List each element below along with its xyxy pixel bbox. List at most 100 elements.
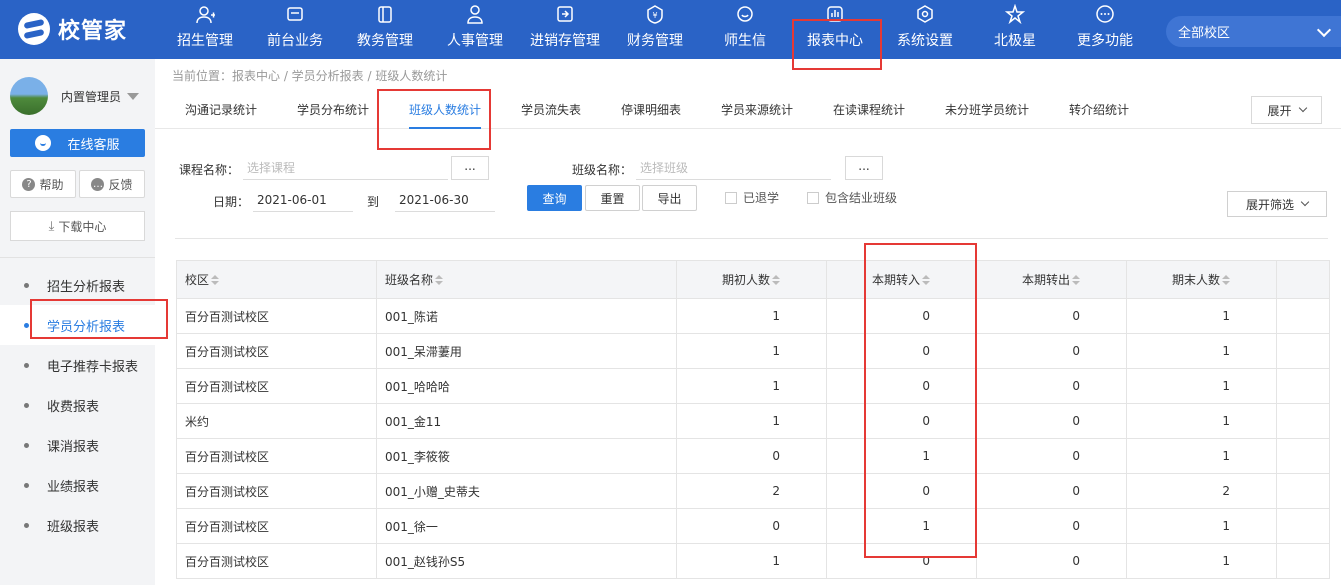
help-button[interactable]: ? 帮助: [10, 170, 76, 198]
include-graduated-checkbox[interactable]: 包含结业班级: [807, 189, 897, 206]
nav-item-star[interactable]: 北极星: [970, 0, 1060, 59]
expand-filter-button[interactable]: 展开筛选: [1227, 191, 1327, 217]
sidebar-item[interactable]: 收费报表: [0, 385, 155, 425]
tab-9[interactable]: 转介绍统计: [1069, 93, 1129, 129]
top-navigation-bar: 校管家 招生管理 前台业务 教务管理 人事管理 进销存管理 ¥ 财务管理 师生信 报表中心 系统设…: [0, 0, 1341, 59]
help-label: 帮助: [39, 177, 64, 192]
table-cell: 001_赵钱孙S5: [376, 543, 677, 579]
download-center-button[interactable]: ⤓ 下载中心: [10, 211, 145, 241]
expand-filter-label: 展开筛选: [1245, 197, 1294, 212]
user-profile[interactable]: 内置管理员: [10, 77, 140, 115]
tab-2[interactable]: 学员分布统计: [297, 93, 369, 129]
chevron-down-icon: [1298, 103, 1307, 113]
date-to-input[interactable]: 2021-06-30: [395, 188, 495, 212]
svg-text:¥: ¥: [652, 11, 657, 20]
table-cell: 0: [976, 508, 1127, 544]
chevron-down-icon: [1316, 22, 1332, 38]
table-cell: 0: [976, 438, 1127, 474]
table-cell: 0: [676, 438, 827, 474]
more-icon: [1095, 4, 1115, 24]
table-cell: 001_哈哈哈: [376, 368, 677, 404]
nav-item-person[interactable]: 人事管理: [430, 0, 520, 59]
sidebar-item[interactable]: 课消报表: [0, 425, 155, 465]
course-picker-button[interactable]: ...: [451, 156, 489, 180]
table-cell: 百分百测试校区: [176, 543, 377, 579]
table-cell: 1: [1126, 403, 1277, 439]
reset-button[interactable]: 重置: [585, 185, 640, 211]
table-row: 米约 001_金11 1 0 0 1: [176, 403, 1330, 439]
tab-4[interactable]: 学员流失表: [521, 93, 581, 129]
book-icon: [375, 4, 395, 24]
table-cell: 1: [676, 543, 827, 579]
column-header[interactable]: 校区: [176, 260, 377, 299]
table-cell: 百分百测试校区: [176, 473, 377, 509]
query-button[interactable]: 查询: [527, 185, 582, 211]
chevron-down-icon: [1300, 197, 1310, 207]
feedback-icon: …: [91, 177, 105, 191]
table-row: 百分百测试校区 001_呆滞萋用 1 0 0 1: [176, 333, 1330, 369]
tab-5[interactable]: 停课明细表: [621, 93, 681, 129]
column-header-label: 期末人数: [1171, 273, 1220, 287]
course-select-input[interactable]: 选择课程: [243, 156, 448, 180]
tab-8[interactable]: 未分班学员统计: [945, 93, 1029, 129]
nav-item-more[interactable]: 更多功能: [1060, 0, 1150, 59]
bullet-icon: [24, 282, 29, 288]
main-nav: 招生管理 前台业务 教务管理 人事管理 进销存管理 ¥ 财务管理 师生信 报表中心 系统设置 北极星…: [160, 0, 1150, 59]
nav-item-user-plus[interactable]: 招生管理: [160, 0, 250, 59]
feedback-button[interactable]: … 反馈: [79, 170, 145, 198]
sidebar-item[interactable]: 业绩报表: [0, 465, 155, 505]
campus-select[interactable]: 全部校区: [1166, 16, 1341, 47]
sort-icon[interactable]: [211, 275, 220, 286]
table-cell-empty: [1276, 403, 1330, 439]
nav-label: 招生管理: [177, 33, 233, 49]
sidebar-item-label: 课消报表: [47, 439, 100, 455]
column-header[interactable]: 本期转出: [976, 260, 1127, 299]
table-cell: 001_徐一: [376, 508, 677, 544]
nav-item-desk[interactable]: 前台业务: [250, 0, 340, 59]
tab-7[interactable]: 在读课程统计: [833, 93, 905, 129]
sidebar-item[interactable]: 电子推荐卡报表: [0, 345, 155, 385]
bullet-icon: [24, 402, 29, 408]
table-row: 百分百测试校区 001_陈诺 1 0 0 1: [176, 298, 1330, 334]
download-icon: ⤓: [48, 218, 55, 234]
nav-item-settings[interactable]: 系统设置: [880, 0, 970, 59]
nav-item-message[interactable]: 师生信: [700, 0, 790, 59]
online-service-button[interactable]: 在线客服: [10, 129, 145, 157]
export-button[interactable]: 导出: [642, 185, 697, 211]
sort-icon[interactable]: [772, 275, 780, 286]
table-cell: 1: [676, 403, 827, 439]
sort-icon[interactable]: [1222, 275, 1230, 286]
withdrawn-checkbox[interactable]: 已退学: [725, 189, 779, 206]
sort-icon[interactable]: [1072, 275, 1080, 286]
table-cell: 1: [1126, 438, 1277, 474]
nav-item-finance[interactable]: ¥ 财务管理: [610, 0, 700, 59]
expand-tabs-button[interactable]: 展开: [1251, 96, 1322, 124]
online-service-label: 在线客服: [67, 137, 120, 153]
bullet-icon: [24, 482, 29, 488]
date-from-input[interactable]: 2021-06-01: [253, 188, 353, 212]
caret-down-icon: [127, 92, 140, 100]
sort-icon[interactable]: [435, 275, 444, 286]
sidebar-item[interactable]: 班级报表: [0, 505, 155, 545]
class-picker-button[interactable]: ...: [845, 156, 883, 180]
bullet-icon: [24, 362, 29, 368]
table-cell-empty: [1276, 473, 1330, 509]
table-cell-empty: [1276, 508, 1330, 544]
column-header[interactable]: 班级名称: [376, 260, 677, 299]
column-header[interactable]: 期末人数: [1126, 260, 1277, 299]
column-header-label: 班级名称: [385, 273, 434, 287]
class-select-input[interactable]: 选择班级: [636, 156, 831, 180]
app-logo[interactable]: 校管家: [18, 12, 127, 46]
sidebar-item-label: 收费报表: [47, 399, 100, 415]
question-icon: ?: [22, 177, 36, 191]
class-name-label: 班级名称：: [572, 163, 633, 177]
table-cell: 001_陈诺: [376, 298, 677, 334]
tab-1[interactable]: 沟通记录统计: [185, 93, 257, 129]
table-cell: 百分百测试校区: [176, 508, 377, 544]
desk-icon: [285, 4, 305, 24]
column-header[interactable]: 期初人数: [676, 260, 827, 299]
table-cell: 1: [1126, 368, 1277, 404]
nav-item-book[interactable]: 教务管理: [340, 0, 430, 59]
nav-item-inventory[interactable]: 进销存管理: [520, 0, 610, 59]
tab-6[interactable]: 学员来源统计: [721, 93, 793, 129]
